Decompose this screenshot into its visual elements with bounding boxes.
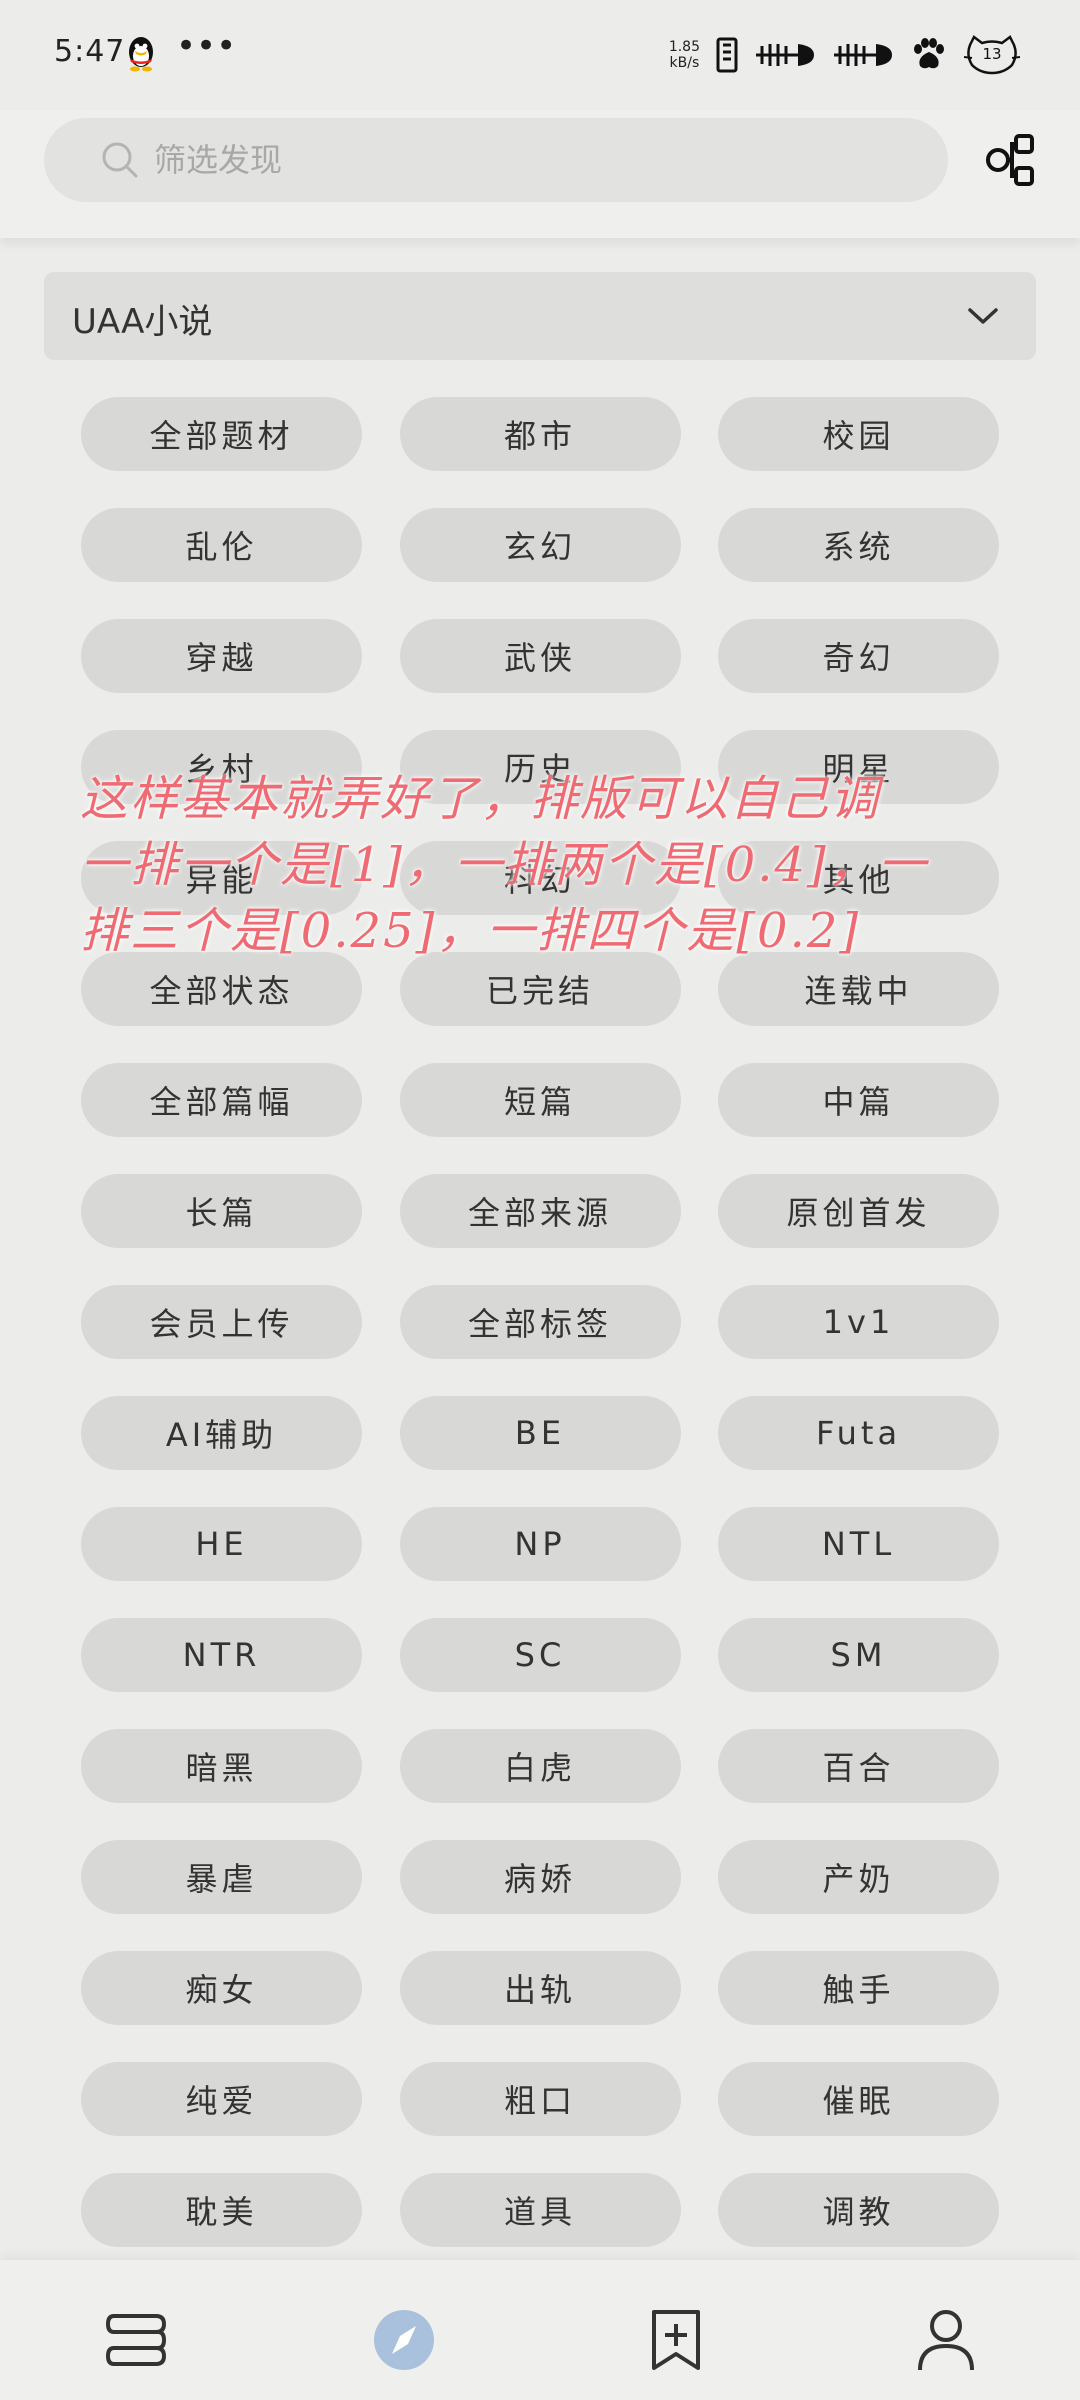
filter-tag-chip[interactable]: 奇幻 xyxy=(718,619,999,693)
filter-tag-chip[interactable]: 触手 xyxy=(718,1951,999,2025)
battery-level: 13 xyxy=(982,45,1002,63)
annotation-overlay: 这样基本就弄好了，排版可以自己调 一排一个是[1]，一排两个是[0.4]，一 排… xyxy=(80,766,980,964)
filter-tag-chip[interactable]: 痴女 xyxy=(81,1951,362,2025)
filter-tag-chip[interactable]: SC xyxy=(399,1618,681,1692)
status-time: 5:47 xyxy=(54,34,126,69)
filter-tag-chip[interactable]: 粗口 xyxy=(399,2062,681,2136)
annotation-line-3: 排三个是[0.25]，一排四个是[0.2] xyxy=(80,903,861,959)
signal-fishbone-icon xyxy=(756,44,814,66)
network-speed: 1.85 kB/s xyxy=(669,39,700,71)
filter-tag-chip[interactable]: 全部标签 xyxy=(399,1285,681,1359)
filter-tag-chip[interactable]: 白虎 xyxy=(399,1729,681,1803)
annotation-line-2: 一排一个是[1]，一排两个是[0.4]，一 xyxy=(80,837,928,893)
filter-tag-chip[interactable]: 短篇 xyxy=(399,1063,681,1137)
filter-tag-chip[interactable]: 1v1 xyxy=(718,1285,999,1359)
add-bookmark-icon xyxy=(652,2310,700,2370)
filter-tag-chip[interactable]: AI辅助 xyxy=(81,1396,362,1470)
paw-print-icon xyxy=(914,38,944,69)
nav-discover[interactable] xyxy=(364,2300,444,2380)
filter-search-input[interactable] xyxy=(44,118,948,202)
filter-tag-chip[interactable]: 中篇 xyxy=(718,1063,999,1137)
filter-tag-chip[interactable]: 全部题材 xyxy=(81,397,362,471)
category-selected-value: UAA小说 xyxy=(72,302,213,342)
filter-tag-chip[interactable]: 穿越 xyxy=(81,619,362,693)
bottom-navigation xyxy=(0,2260,1080,2400)
nav-bookshelf[interactable] xyxy=(96,2300,176,2380)
filter-tag-chip[interactable]: 都市 xyxy=(399,397,681,471)
chevron-down-icon xyxy=(968,308,998,324)
filter-tag-chip[interactable]: 病娇 xyxy=(399,1840,681,1914)
discover-icon xyxy=(374,2310,434,2370)
filter-tag-chip[interactable]: 系统 xyxy=(718,508,999,582)
filter-tag-chip[interactable]: 全部篇幅 xyxy=(81,1063,362,1137)
status-indicators: 1.85 kB/s 13 xyxy=(669,30,1020,80)
profile-icon xyxy=(918,2310,974,2371)
status-bar: 5:47 ••• 1.85 kB/s 13 xyxy=(0,0,1080,110)
nav-bookmarks[interactable] xyxy=(636,2300,716,2380)
sim-card-icon xyxy=(716,37,738,73)
search-icon xyxy=(102,142,138,178)
filter-tag-chip[interactable]: 耽美 xyxy=(81,2173,362,2247)
layout-toggle-icon[interactable] xyxy=(984,130,1044,190)
filter-tag-chip[interactable]: 暗黑 xyxy=(81,1729,362,1803)
signal-fishbone-icon-2 xyxy=(834,44,892,66)
app-screen: 5:47 ••• 1.85 kB/s 13 筛选发现 UAA小说 全部题材 都市… xyxy=(0,0,1080,2400)
filter-tag-chip[interactable]: NTL xyxy=(718,1507,999,1581)
filter-tag-chip[interactable]: BE xyxy=(399,1396,681,1470)
filter-tag-chip[interactable]: 乱伦 xyxy=(81,508,362,582)
source-category-dropdown[interactable]: UAA小说 xyxy=(44,272,1036,360)
filter-tag-chip[interactable]: NP xyxy=(399,1507,681,1581)
bookshelf-icon xyxy=(105,2314,167,2366)
filter-tag-chip[interactable]: 校园 xyxy=(718,397,999,471)
filter-tag-chip[interactable]: 暴虐 xyxy=(81,1840,362,1914)
filter-tag-chip[interactable]: 玄幻 xyxy=(399,508,681,582)
network-speed-unit: kB/s xyxy=(669,55,700,71)
qq-penguin-icon xyxy=(129,37,153,72)
filter-tag-chip[interactable]: 全部来源 xyxy=(399,1174,681,1248)
filter-tag-chip[interactable]: 催眠 xyxy=(718,2062,999,2136)
filter-tag-chip[interactable]: 百合 xyxy=(718,1729,999,1803)
filter-tag-chip[interactable]: HE xyxy=(81,1507,362,1581)
filter-tag-chip[interactable]: 会员上传 xyxy=(81,1285,362,1359)
nav-profile[interactable] xyxy=(906,2300,986,2380)
filter-tag-chip[interactable]: NTR xyxy=(81,1618,362,1692)
filter-tag-chip[interactable]: 产奶 xyxy=(718,1840,999,1914)
top-bar xyxy=(0,110,1080,238)
filter-tag-chip[interactable]: 纯爱 xyxy=(81,2062,362,2136)
filter-tag-chip[interactable]: Futa xyxy=(718,1396,999,1470)
cat-battery-icon: 13 xyxy=(964,35,1020,75)
filter-tag-chip[interactable]: 长篇 xyxy=(81,1174,362,1248)
filter-tag-chip[interactable]: 出轨 xyxy=(399,1951,681,2025)
filter-tag-chip[interactable]: 武侠 xyxy=(399,619,681,693)
filter-tag-chip[interactable]: 原创首发 xyxy=(718,1174,999,1248)
filter-tag-chip[interactable]: SM xyxy=(718,1618,999,1692)
filter-tag-chip[interactable]: 调教 xyxy=(718,2173,999,2247)
filter-tag-grid: 全部题材 都市 校园 乱伦 玄幻 系统 穿越 武侠 奇幻 乡村 历史 明星 异能… xyxy=(81,397,1000,2247)
network-speed-value: 1.85 xyxy=(668,39,700,55)
filter-tag-chip[interactable]: 道具 xyxy=(399,2173,681,2247)
more-notifications-icon: ••• xyxy=(176,26,237,66)
annotation-line-1: 这样基本就弄好了，排版可以自己调 xyxy=(80,771,881,827)
